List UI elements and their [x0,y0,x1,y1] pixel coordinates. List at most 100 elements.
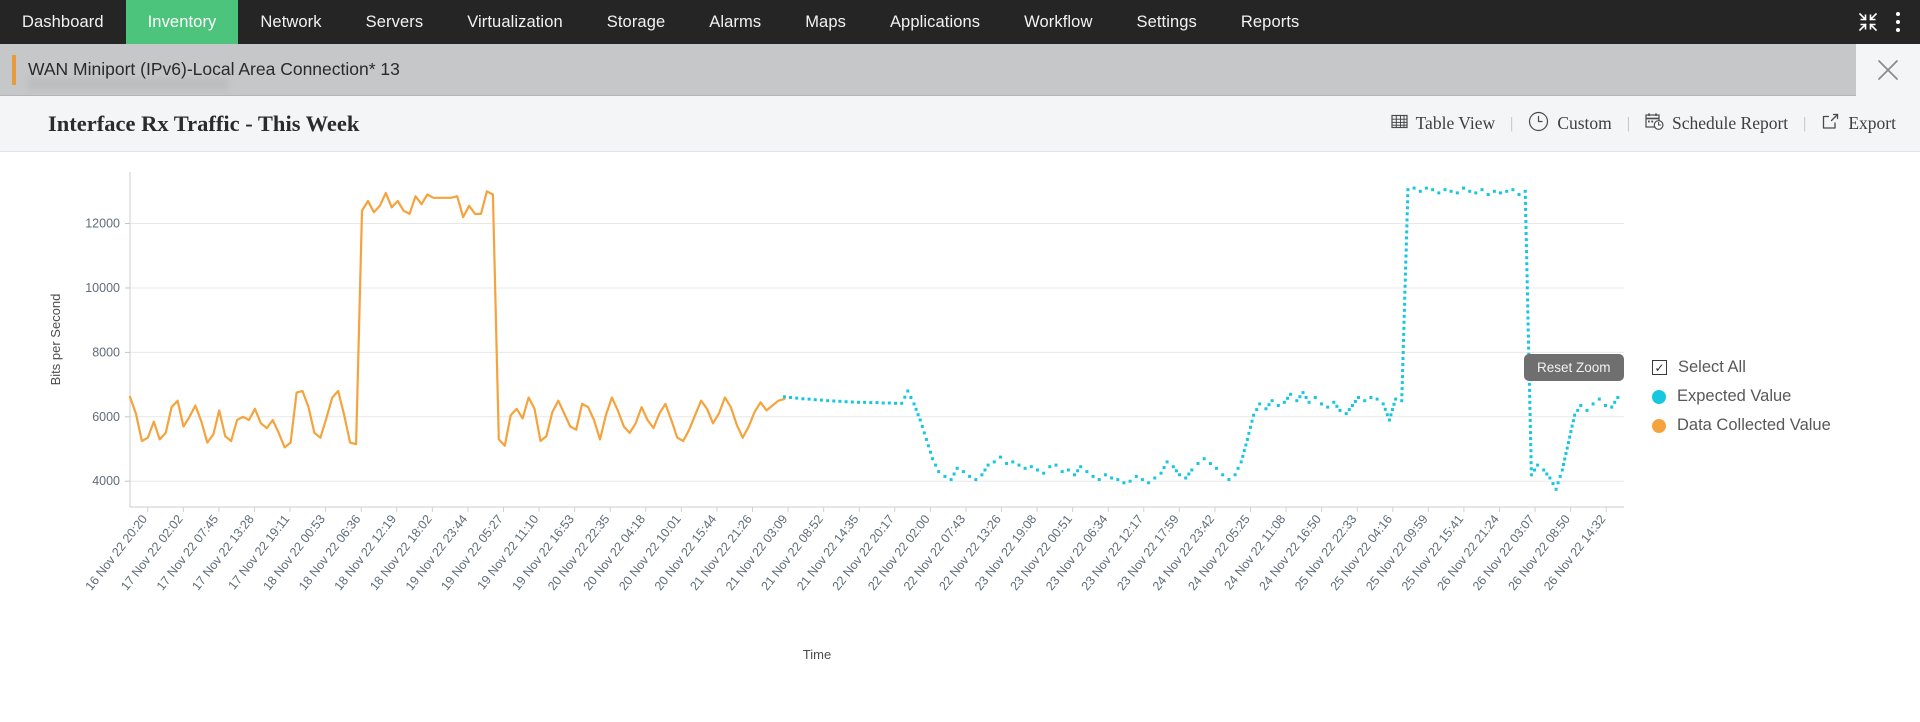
y-tick-label: 10000 [85,281,120,295]
x-tick-label: 26 Nov 22 14:32 [1541,512,1609,593]
nav-item-applications[interactable]: Applications [868,0,1002,44]
reset-zoom-button[interactable]: Reset Zoom [1524,354,1624,381]
export-label: Export [1848,113,1896,133]
x-tick-label: 25 Nov 22 22:33 [1292,512,1360,593]
export-button[interactable]: Export [1821,112,1896,136]
x-tick-label: 22 Nov 22 13:26 [936,512,1004,593]
x-tick-label: 24 Nov 22 05:25 [1185,512,1253,593]
nav-item-servers[interactable]: Servers [344,0,446,44]
x-tick-label: 22 Nov 22 07:43 [901,512,969,593]
traffic-chart-svg[interactable]: 4000 6000 8000 10000 12000 Bits per Second 16 … [0,152,1920,722]
x-tick-label: 23 Nov 22 06:34 [1043,512,1111,593]
device-title: WAN Miniport (IPv6)-Local Area Connectio… [28,59,400,79]
x-tick-label: 23 Nov 22 12:17 [1079,512,1147,593]
toolbar-separator: | [1510,114,1514,132]
custom-time-label: Custom [1557,113,1612,133]
chart-legend: ✓ Select All Expected Value Data Collect… [1652,358,1831,435]
x-tick-label: 17 Nov 22 02:02 [118,512,186,593]
nav-item-virtualization[interactable]: Virtualization [445,0,585,44]
x-tick-label: 23 Nov 22 00:51 [1007,512,1075,593]
select-all-checkbox[interactable]: ✓ [1652,360,1667,375]
collapse-arrows-icon[interactable] [1858,12,1878,32]
nav-right-controls [1858,0,1920,44]
nav-item-network[interactable]: Network [238,0,343,44]
y-tick-label: 6000 [92,410,120,424]
x-tick-label: 16 Nov 22 20:20 [83,512,151,593]
y-tick-label: 12000 [85,217,120,231]
x-tick-label: 19 Nov 22 23:44 [403,512,471,593]
report-actions-toolbar: Table View | Custom | Schedule Report | … [1390,111,1896,137]
x-tick-label: 26 Nov 22 08:50 [1505,512,1573,593]
y-tick-label: 4000 [92,474,120,488]
table-grid-icon [1390,113,1408,135]
legend-item-expected-value[interactable]: Expected Value [1652,387,1831,406]
nav-item-settings[interactable]: Settings [1114,0,1218,44]
x-tick-label: 20 Nov 22 22:35 [545,512,613,593]
nav-item-reports[interactable]: Reports [1219,0,1321,44]
nav-item-workflow[interactable]: Workflow [1002,0,1114,44]
clock-icon [1528,111,1549,137]
device-header: WAN Miniport (IPv6)-Local Area Connectio… [0,44,1920,96]
x-axis-title: Time [803,647,831,662]
series-line-data-collected-value [128,190,786,449]
y-tick-label: 8000 [92,345,120,359]
x-tick-label: 19 Nov 22 16:53 [509,512,577,593]
export-share-icon [1821,112,1840,136]
x-tick-label: 17 Nov 22 13:28 [189,512,257,593]
table-view-label: Table View [1415,113,1496,133]
x-tick-label: 18 Nov 22 12:19 [332,512,400,593]
x-tick-label: 19 Nov 22 05:27 [438,512,506,593]
x-tick-label: 21 Nov 22 14:35 [794,512,862,593]
x-tick-label: 21 Nov 22 03:09 [723,512,791,593]
x-tick-label: 25 Nov 22 15:41 [1399,512,1467,593]
x-tick-label: 20 Nov 22 04:18 [581,512,649,593]
x-tick-label: 18 Nov 22 18:02 [367,512,435,593]
x-tick-label: 23 Nov 22 19:08 [972,512,1040,593]
select-all-label: Select All [1678,358,1746,376]
close-icon[interactable] [1856,44,1920,96]
x-tick-label: 17 Nov 22 07:45 [154,512,222,593]
series-line-expected-value [782,186,1620,491]
x-tick-label: 25 Nov 22 04:16 [1328,512,1396,593]
y-axis-title: Bits per Second [48,294,63,386]
nav-item-inventory[interactable]: Inventory [125,0,239,44]
report-header: Interface Rx Traffic - This Week Table V… [0,96,1920,152]
nav-item-dashboard[interactable]: Dashboard [0,0,126,44]
x-tick-label: 24 Nov 22 23:42 [1150,512,1218,593]
x-tick-label: 24 Nov 22 16:50 [1256,512,1324,593]
legend-item-data-collected-value[interactable]: Data Collected Value [1652,416,1831,435]
nav-item-maps[interactable]: Maps [783,0,868,44]
nav-item-storage[interactable]: Storage [585,0,688,44]
x-tick-label: 18 Nov 22 06:36 [296,512,364,593]
chart-area: 4000 6000 8000 10000 12000 Bits per Second 16 … [0,152,1920,722]
calendar-clock-icon [1645,112,1664,136]
x-tick-label: 21 Nov 22 21:26 [687,512,755,593]
x-tick-label: 22 Nov 22 20:17 [830,512,898,593]
table-view-button[interactable]: Table View [1390,113,1496,135]
toolbar-separator: | [1803,114,1807,132]
legend-color-swatch [1652,389,1666,404]
top-navigation-bar: Dashboard Inventory Network Servers Virtuali… [0,0,1920,44]
legend-label-expected-value: Expected Value [1677,387,1792,405]
x-tick-label: 25 Nov 22 09:59 [1363,512,1431,593]
x-tick-label: 22 Nov 22 02:00 [865,512,933,593]
toolbar-separator: | [1626,114,1630,132]
x-tick-label: 20 Nov 22 15:44 [652,512,720,593]
x-tick-label: 21 Nov 22 08:52 [758,512,826,593]
x-tick-label: 18 Nov 22 00:53 [260,512,328,593]
page-title: Interface Rx Traffic - This Week [48,110,360,136]
legend-color-swatch [1652,418,1666,433]
x-tick-label: 20 Nov 22 10:01 [616,512,684,593]
nav-items-container: Dashboard Inventory Network Servers Virtuali… [0,0,1321,44]
device-accent-bar [12,54,16,85]
schedule-report-button[interactable]: Schedule Report [1645,112,1788,136]
vertical-dots-icon[interactable] [1895,11,1900,33]
custom-time-button[interactable]: Custom [1528,111,1612,137]
x-tick-label: 26 Nov 22 03:07 [1470,512,1538,593]
x-tick-label: 23 Nov 22 17:59 [1114,512,1182,593]
legend-label-data-collected-value: Data Collected Value [1677,416,1831,434]
legend-select-all[interactable]: ✓ Select All [1652,358,1831,377]
nav-item-alarms[interactable]: Alarms [687,0,783,44]
x-tick-label: 26 Nov 22 21:24 [1434,512,1502,593]
schedule-report-label: Schedule Report [1672,113,1789,133]
